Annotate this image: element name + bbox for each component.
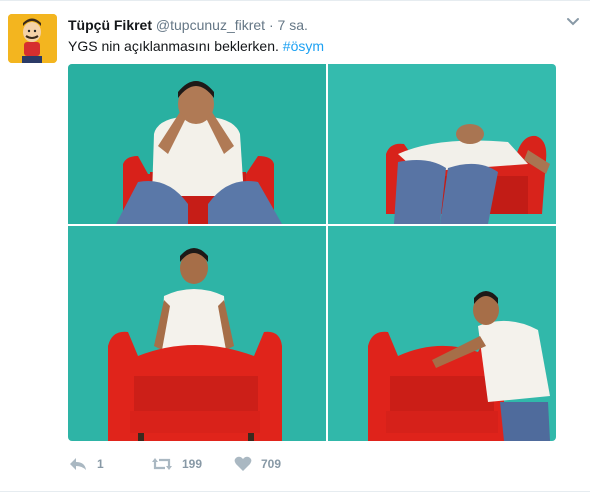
like-count: 709 [261, 457, 282, 471]
separator: · [268, 17, 274, 33]
tweet-actions: 1 199 709 [68, 452, 548, 476]
photo-panel-top-left [68, 64, 326, 224]
photo-panel-top-right [328, 64, 556, 224]
like-button[interactable]: 709 [234, 452, 281, 476]
chevron-down-icon[interactable] [566, 15, 580, 29]
reply-button[interactable]: 1 [68, 452, 104, 476]
tweet[interactable]: Tüpçü Fikret @tupcunuz_fikret · 7 sa. YG… [0, 0, 590, 492]
retweet-button[interactable]: 199 [151, 452, 202, 476]
fullname[interactable]: Tüpçü Fikret [68, 17, 152, 33]
tweet-header: Tüpçü Fikret @tupcunuz_fikret · 7 sa. [68, 15, 558, 35]
reply-count: 1 [97, 457, 104, 471]
heart-icon [234, 456, 252, 471]
photo-panel-bottom-left [68, 226, 326, 441]
tweet-text-body: YGS nin açıklanmasını beklerken. [68, 38, 283, 54]
tweet-text: YGS nin açıklanmasını beklerken. #ösym [68, 36, 324, 56]
tweet-media[interactable] [68, 64, 556, 441]
retweet-icon [152, 458, 172, 470]
media-divider-horizontal [68, 224, 556, 226]
media-divider-vertical [326, 64, 328, 441]
timestamp[interactable]: 7 sa. [278, 17, 308, 33]
avatar[interactable] [8, 14, 57, 63]
username[interactable]: @tupcunuz_fikret [156, 17, 265, 33]
reply-icon [70, 458, 86, 470]
cartoon-avatar-icon [8, 14, 57, 63]
photo-panel-bottom-right [328, 226, 556, 441]
retweet-count: 199 [182, 457, 203, 471]
hashtag-link[interactable]: #ösym [283, 38, 324, 54]
